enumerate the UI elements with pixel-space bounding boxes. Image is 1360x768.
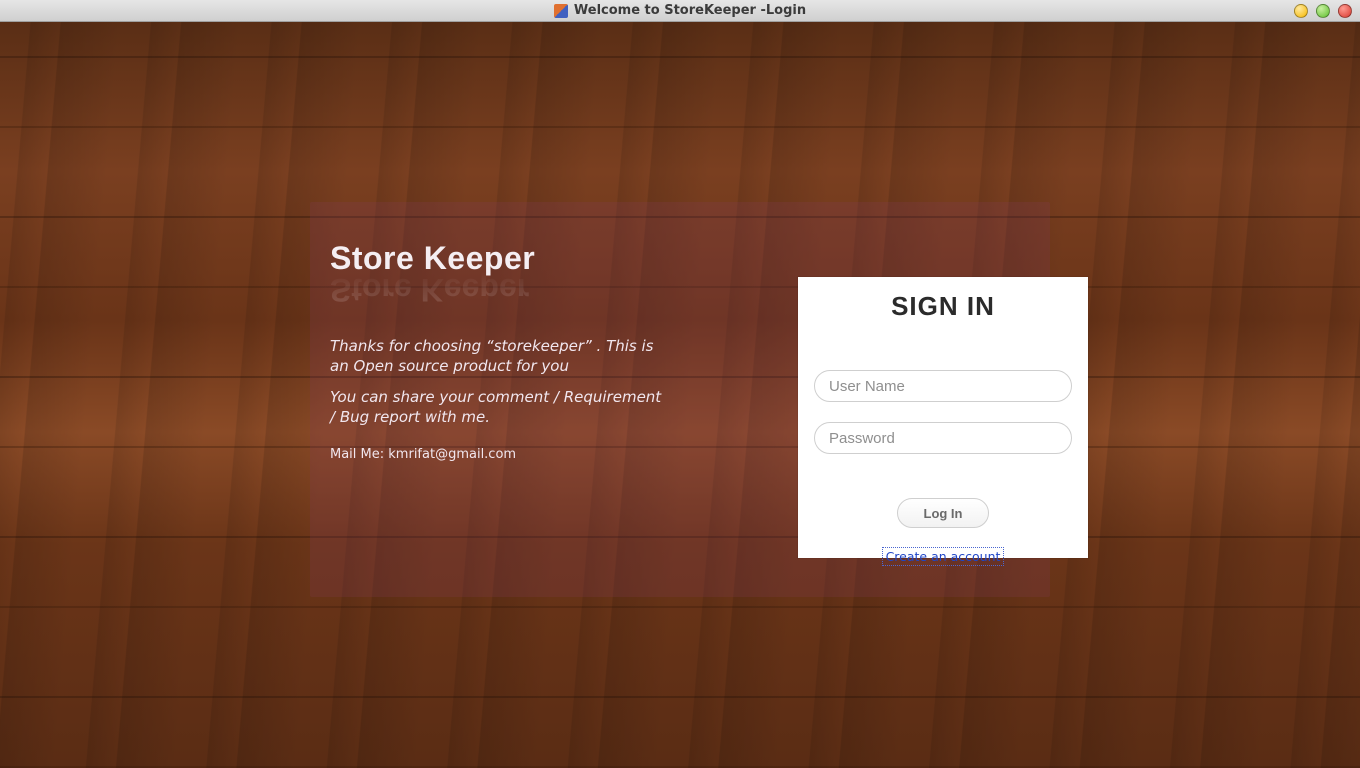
- create-account-link[interactable]: Create an account: [882, 547, 1005, 566]
- username-input[interactable]: [814, 370, 1072, 402]
- info-column: Store Keeper Store Keeper Thanks for cho…: [330, 240, 670, 462]
- desktop-background: Store Keeper Store Keeper Thanks for cho…: [0, 22, 1360, 768]
- mail-label: Mail Me:: [330, 447, 388, 462]
- intro-text: Thanks for choosing “storekeeper” . This…: [330, 336, 670, 427]
- mail-line: Mail Me: kmrifat@gmail.com: [330, 447, 670, 462]
- brand-title-reflection: Store Keeper: [330, 271, 670, 308]
- login-panel: Store Keeper Store Keeper Thanks for cho…: [310, 202, 1050, 597]
- password-input[interactable]: [814, 422, 1072, 454]
- login-button[interactable]: Log In: [897, 498, 989, 528]
- close-button[interactable]: [1338, 4, 1352, 18]
- signin-heading: SIGN IN: [814, 291, 1072, 322]
- window-controls: [1294, 4, 1352, 18]
- minimize-button[interactable]: [1294, 4, 1308, 18]
- app-icon: [554, 4, 568, 18]
- maximize-button[interactable]: [1316, 4, 1330, 18]
- mail-address: kmrifat@gmail.com: [388, 447, 516, 462]
- window-titlebar: Welcome to StoreKeeper -Login: [0, 0, 1360, 22]
- intro-line-1: Thanks for choosing “storekeeper” . This…: [330, 336, 670, 377]
- window-title: Welcome to StoreKeeper -Login: [574, 3, 806, 18]
- signin-card: SIGN IN Log In Create an account: [798, 277, 1088, 558]
- intro-line-2: You can share your comment / Requirement…: [330, 387, 670, 428]
